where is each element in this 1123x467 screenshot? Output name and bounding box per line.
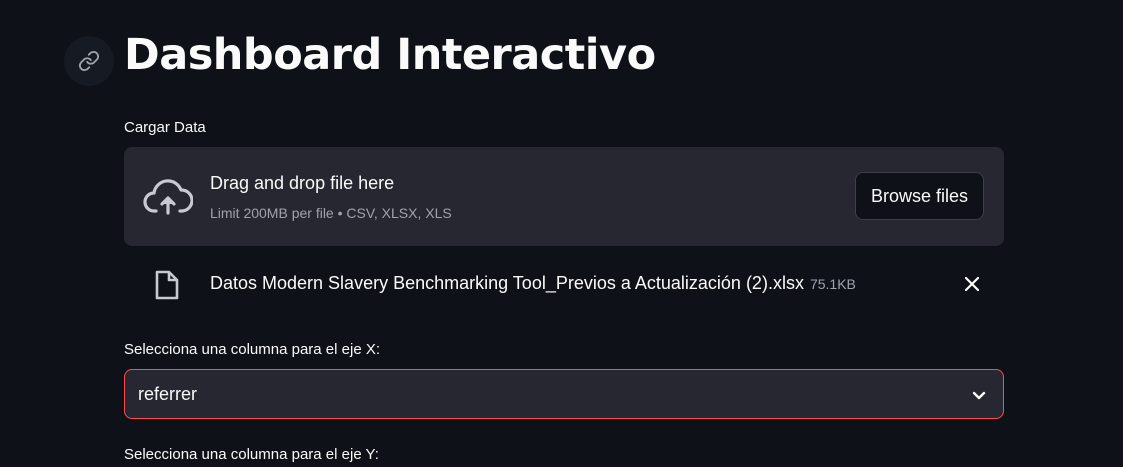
heading-anchor-link[interactable] xyxy=(64,36,114,86)
uploaded-file-name: Datos Modern Slavery Benchmarking Tool_P… xyxy=(210,273,804,293)
cloud-upload-icon xyxy=(143,179,193,215)
link-icon xyxy=(78,50,100,72)
y-axis-select-label: Selecciona una columna para el eje Y: xyxy=(124,446,379,463)
file-icon xyxy=(155,270,179,300)
close-icon[interactable] xyxy=(962,274,982,294)
uploader-label: Cargar Data xyxy=(124,119,206,136)
uploaded-file-size: 75.1KB xyxy=(809,276,856,292)
x-axis-select-label: Selecciona una columna para el eje X: xyxy=(124,341,380,358)
dropzone-limit: Limit 200MB per file • CSV, XLSX, XLS xyxy=(210,205,452,221)
browse-files-button[interactable]: Browse files xyxy=(854,172,984,220)
x-axis-select[interactable]: referrer xyxy=(124,369,1004,419)
chevron-down-icon xyxy=(972,391,986,400)
x-axis-select-value: referrer xyxy=(138,384,198,404)
dropzone-title: Drag and drop file here xyxy=(210,173,395,193)
uploaded-file-item: Datos Modern Slavery Benchmarking Tool_P… xyxy=(124,262,1004,306)
file-dropzone[interactable]: Drag and drop file here Limit 200MB per … xyxy=(124,147,1004,246)
page-title: Dashboard Interactivo xyxy=(124,30,656,80)
